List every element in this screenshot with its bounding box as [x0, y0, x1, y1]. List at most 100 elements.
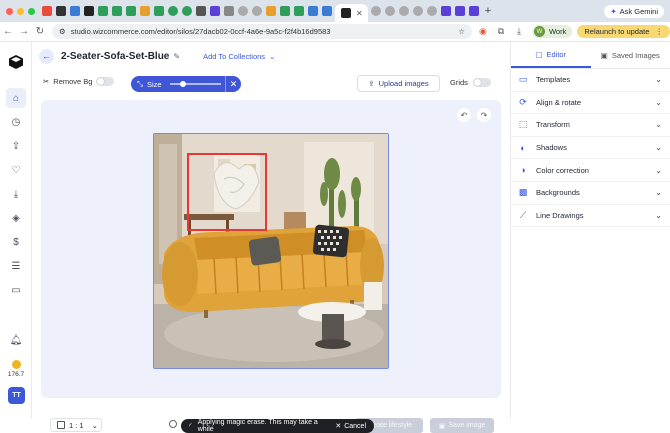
save-image-button[interactable]: ▣ Save image — [430, 418, 494, 433]
browser-tab[interactable] — [308, 6, 318, 16]
browser-tab[interactable] — [224, 6, 234, 16]
panel-item-templates[interactable]: ▭ Templates ⌄ — [511, 69, 670, 92]
browser-tab[interactable] — [154, 6, 164, 16]
ask-gemini-button[interactable]: ✦ Ask Gemini — [604, 5, 664, 18]
browser-tab[interactable] — [112, 6, 122, 16]
notifications-bell-icon[interactable]: 🔔︎ — [6, 330, 26, 350]
browser-tab[interactable] — [371, 6, 381, 16]
relaunch-update-button[interactable]: Relaunch to update ⋮ — [577, 25, 670, 38]
upload-icon[interactable]: ⇪ — [6, 136, 26, 156]
wizcommerce-logo[interactable] — [8, 54, 24, 70]
gemini-icon: ✦ — [610, 7, 616, 16]
chevron-down-icon: ⌄ — [655, 211, 662, 220]
new-tab-button[interactable]: + — [485, 5, 491, 17]
scissors-icon: ✂ — [43, 77, 49, 86]
sofa-scene — [154, 134, 389, 369]
extension-icon[interactable]: ◉ — [476, 26, 490, 37]
download-icon[interactable]: ⤓ — [512, 26, 526, 37]
aspect-ratio-select[interactable]: 1 : 1 ⌄ — [50, 418, 102, 432]
panel-item-backgrounds[interactable]: ▩ Backgrounds ⌄ — [511, 182, 670, 205]
undo-icon[interactable]: ↶ — [457, 108, 471, 122]
browser-tab[interactable] — [70, 6, 80, 16]
panel-item-color-correction[interactable]: ◑ Color correction ⌄ — [511, 159, 670, 182]
layers-icon[interactable]: ◈ — [6, 208, 26, 228]
browser-tab[interactable] — [294, 6, 304, 16]
coin-icon — [12, 360, 21, 369]
tab-editor[interactable]: ▢ Editor — [511, 42, 591, 68]
browser-tab[interactable] — [56, 6, 66, 16]
add-to-collections-dropdown[interactable]: Add To Collections ⌄ — [196, 49, 282, 64]
browser-tab[interactable] — [196, 6, 206, 16]
panel-item-shadows[interactable]: ◐ Shadows ⌄ — [511, 137, 670, 160]
browser-tab[interactable] — [98, 6, 108, 16]
edit-title-icon[interactable]: ✎ — [173, 52, 180, 61]
browser-tab[interactable] — [469, 6, 479, 16]
home-icon[interactable]: ⌂ — [6, 88, 26, 108]
pricing-icon[interactable]: $ — [6, 232, 26, 252]
brush-size-slider[interactable] — [170, 83, 222, 85]
panel-item-line-drawings[interactable]: ⟋ Line Drawings ⌄ — [511, 205, 670, 228]
browser-tab[interactable] — [280, 6, 290, 16]
reload-icon[interactable]: ↻ — [32, 26, 48, 37]
minimize-window-button[interactable] — [17, 8, 24, 15]
image-icon: ▣ — [601, 51, 608, 60]
save-image-label: Save image — [448, 422, 485, 429]
browser-tab[interactable] — [252, 6, 262, 16]
profile-chip[interactable]: W Work — [532, 25, 572, 38]
transform-icon: ⬚ — [518, 120, 528, 130]
browser-tab[interactable] — [168, 6, 178, 16]
close-icon: ✕ — [335, 422, 341, 430]
history-icon[interactable]: ◷ — [6, 112, 26, 132]
browser-tab[interactable] — [182, 6, 192, 16]
catalog-icon[interactable]: ☰ — [6, 256, 26, 276]
brush-size-control[interactable]: ⤡ Size ✕ — [131, 76, 241, 92]
panel-item-transform[interactable]: ⬚ Transform ⌄ — [511, 114, 670, 137]
browser-tab[interactable] — [413, 6, 423, 16]
browser-tab[interactable] — [42, 6, 52, 16]
folder-icon[interactable]: ▭ — [6, 280, 26, 300]
slider-handle[interactable] — [180, 81, 186, 87]
tab-saved-images-label: Saved Images — [612, 51, 660, 60]
browser-tab[interactable] — [427, 6, 437, 16]
grids-toggle[interactable] — [473, 78, 491, 87]
back-button[interactable]: ← — [39, 49, 54, 64]
browser-tab[interactable] — [441, 6, 451, 16]
site-info-icon[interactable]: ⚙ — [59, 27, 66, 36]
chevron-down-icon: ⌄ — [655, 166, 662, 175]
browser-tab[interactable] — [322, 6, 332, 16]
favorites-heart-icon[interactable]: ♡ — [6, 160, 26, 180]
back-arrow-icon[interactable]: ← — [0, 26, 16, 37]
templates-icon: ▭ — [518, 75, 528, 85]
forward-arrow-icon[interactable]: → — [16, 26, 32, 37]
address-bar[interactable]: ⚙ studio.wizcommerce.com/editor/silos/27… — [52, 24, 472, 39]
upload-images-button[interactable]: ⇪ Upload images — [357, 75, 440, 92]
extensions-puzzle-icon[interactable]: ⧉ — [494, 26, 508, 37]
cancel-button[interactable]: ✕ Cancel — [335, 422, 366, 430]
product-image[interactable] — [153, 133, 389, 369]
radio-option[interactable] — [169, 420, 177, 428]
browser-tab[interactable] — [210, 6, 220, 16]
panel-item-align-rotate[interactable]: ⟳ Align & rotate ⌄ — [511, 92, 670, 115]
tab-editor-label: Editor — [547, 50, 567, 59]
close-window-button[interactable] — [6, 8, 13, 15]
browser-tab[interactable] — [140, 6, 150, 16]
browser-tab[interactable] — [455, 6, 465, 16]
browser-tab[interactable] — [238, 6, 248, 16]
browser-tab[interactable] — [126, 6, 136, 16]
browser-tab[interactable] — [399, 6, 409, 16]
redo-icon[interactable]: ↷ — [477, 108, 491, 122]
remove-bg-toggle[interactable] — [96, 77, 114, 86]
active-browser-tab[interactable]: ✕ — [335, 4, 368, 22]
browser-tab[interactable] — [385, 6, 395, 16]
user-avatar[interactable]: TT — [8, 387, 25, 404]
browser-tab[interactable] — [84, 6, 94, 16]
tab-saved-images[interactable]: ▣ Saved Images — [591, 42, 670, 68]
close-tab-icon[interactable]: ✕ — [356, 9, 363, 18]
line-drawings-icon: ⟋ — [518, 210, 528, 220]
undo-redo-controls: ↶ ↷ — [457, 108, 491, 122]
download-icon[interactable]: ⤓ — [6, 184, 26, 204]
maximize-window-button[interactable] — [28, 8, 35, 15]
close-icon[interactable]: ✕ — [225, 76, 241, 92]
browser-tab[interactable] — [266, 6, 276, 16]
bookmark-star-icon[interactable]: ☆ — [458, 27, 465, 36]
